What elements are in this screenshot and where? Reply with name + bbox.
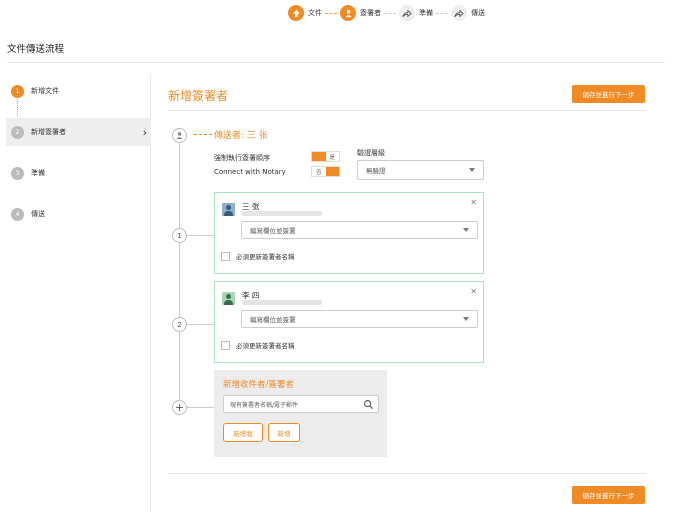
step-connector — [17, 94, 18, 116]
step-number: 3 — [11, 166, 24, 180]
chevron-down-icon — [463, 317, 469, 321]
sender-title: 傳送者: 三 张 — [214, 131, 268, 141]
require-name-checkbox[interactable] — [221, 251, 230, 261]
sidebar-item-label: 新增簽署者 — [31, 128, 66, 136]
sidebar-item-add-document[interactable]: 1 新增文件 — [6, 77, 151, 105]
save-next-button-bottom[interactable]: 儲存並進行下一步 — [572, 486, 645, 504]
add-icon[interactable]: + — [172, 400, 187, 415]
signer-order-badge: 1 — [172, 228, 187, 243]
signer-card: 三 张 ✕ 編寫欄位並簽署 必須更新簽署者名稱 — [214, 192, 484, 274]
top-step-label: 傳送 — [471, 9, 485, 17]
top-step-signers[interactable]: 簽署者 — [340, 5, 381, 21]
step-number: 4 — [11, 207, 24, 221]
require-name-checkbox[interactable] — [221, 340, 230, 350]
divider — [168, 110, 646, 111]
avatar — [222, 203, 235, 216]
force-order-label: 強制執行簽署順序 — [214, 154, 270, 162]
close-icon[interactable]: ✕ — [470, 198, 477, 207]
step-number: 2 — [11, 125, 24, 139]
signer-card: 李 四 ✕ 編寫欄位並簽署 必須更新簽署者名稱 — [214, 281, 484, 363]
add-recipient-title: 新增收件者/簽署者 — [223, 380, 294, 390]
checkbox-label: 必須更新簽署者名稱 — [236, 342, 295, 350]
signer-email-redacted — [242, 211, 322, 216]
require-name-row: 必須更新簽署者名稱 — [221, 251, 295, 261]
add-recipient-panel: 新增收件者/簽署者 現有簽署者名稱/電子郵件 新增我 新增 — [214, 370, 387, 457]
sidebar-item-send[interactable]: 4 傳送 — [6, 200, 151, 228]
select-value: 無驗證 — [366, 167, 386, 175]
section-title: 新增簽署者 — [168, 89, 229, 103]
top-step-document[interactable]: 文件 — [288, 5, 322, 21]
divider — [168, 473, 646, 474]
select-value: 編寫欄位並簽署 — [250, 227, 296, 235]
timeline-line — [179, 143, 180, 407]
share-icon — [451, 5, 467, 21]
close-icon[interactable]: ✕ — [470, 287, 477, 296]
top-stepper: 文件 簽署者 準備 傳送 — [288, 5, 485, 21]
top-step-label: 文件 — [308, 9, 322, 17]
step-connector — [384, 12, 396, 14]
top-step-label: 簽署者 — [360, 9, 381, 17]
notary-toggle[interactable]: 否 — [311, 166, 340, 177]
save-next-button[interactable]: 儲存並進行下一步 — [572, 85, 645, 103]
verify-level-label: 驗證層級 — [357, 149, 385, 157]
sidebar-item-label: 準備 — [31, 169, 45, 177]
sidebar-item-label: 傳送 — [31, 210, 45, 218]
select-value: 編寫欄位並簽署 — [250, 316, 296, 324]
require-name-row: 必須更新簽署者名稱 — [221, 340, 295, 350]
sender-person-icon — [172, 128, 187, 143]
sidebar-item-add-signers[interactable]: 2 新增簽署者 › — [6, 118, 151, 146]
toggle-label: 否 — [315, 169, 322, 176]
toggle-label: 是 — [329, 154, 335, 161]
add-button[interactable]: 新增 — [268, 423, 300, 442]
top-step-label: 準備 — [419, 9, 433, 17]
signer-role-select[interactable]: 編寫欄位並簽署 — [241, 221, 478, 239]
chevron-down-icon — [469, 168, 475, 172]
chevron-down-icon — [463, 228, 469, 232]
upload-icon — [288, 5, 304, 21]
sidebar-item-label: 新增文件 — [31, 87, 59, 95]
page-title: 文件傳送流程 — [7, 44, 65, 55]
verify-level-select[interactable]: 無驗證 — [357, 160, 484, 180]
sidebar-item-prepare[interactable]: 3 準備 — [6, 159, 151, 187]
signer-role-select[interactable]: 編寫欄位並簽署 — [241, 310, 478, 328]
step-connector — [436, 12, 448, 14]
avatar — [222, 292, 235, 305]
toggle-on-segment — [325, 167, 339, 176]
search-placeholder: 現有簽署者名稱/電子郵件 — [230, 401, 299, 409]
chevron-right-icon: › — [142, 125, 147, 139]
share-icon — [399, 5, 415, 21]
checkbox-label: 必須更新簽署者名稱 — [236, 253, 295, 261]
divider — [7, 62, 665, 63]
toggle-on-segment — [312, 152, 326, 161]
signer-order-badge: 2 — [172, 317, 187, 332]
top-step-prepare[interactable]: 準備 — [399, 5, 433, 21]
add-me-button[interactable]: 新增我 — [223, 423, 263, 442]
step-connector — [325, 12, 337, 14]
sidebar: 1 新增文件 2 新增簽署者 › 3 準備 4 傳送 — [6, 74, 151, 512]
signer-email-redacted — [242, 300, 322, 305]
sender-connector — [194, 134, 212, 135]
search-icon — [364, 400, 374, 410]
top-step-send[interactable]: 傳送 — [451, 5, 485, 21]
force-order-toggle[interactable]: 是 — [311, 151, 340, 162]
person-icon — [340, 5, 356, 21]
notary-label: Connect with Notary — [214, 168, 286, 176]
recipient-search-input[interactable]: 現有簽署者名稱/電子郵件 — [223, 395, 379, 413]
